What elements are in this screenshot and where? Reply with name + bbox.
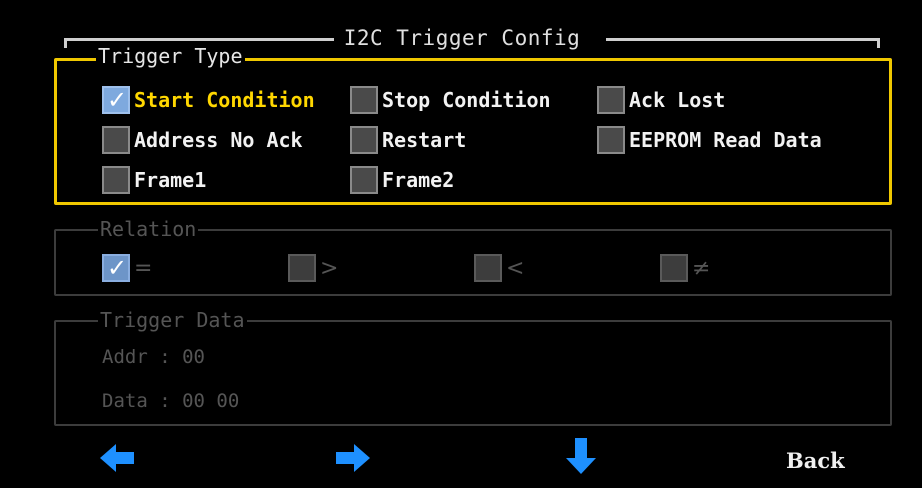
checkbox-icon[interactable] bbox=[660, 254, 688, 282]
nav-left-button[interactable] bbox=[100, 444, 136, 476]
trigger-option-stop-condition[interactable]: Stop Condition bbox=[350, 83, 551, 117]
trigger-option-address-no-ack[interactable]: Address No Ack bbox=[102, 123, 303, 157]
checkbox-icon[interactable] bbox=[474, 254, 502, 282]
relation-legend: Relation bbox=[98, 217, 199, 241]
page-title: I2C Trigger Config bbox=[343, 26, 581, 50]
nav-down-button[interactable] bbox=[566, 438, 596, 478]
checkbox-icon[interactable] bbox=[350, 166, 378, 194]
trigger-option-ack-lost[interactable]: Ack Lost bbox=[597, 83, 725, 117]
option-label: Restart bbox=[382, 128, 467, 152]
relation-option-less[interactable]: < bbox=[474, 251, 524, 285]
checkbox-icon[interactable] bbox=[350, 86, 378, 114]
checkbox-checked-icon[interactable]: ✓ bbox=[102, 86, 130, 114]
trigger-data-legend: Trigger Data bbox=[98, 308, 247, 332]
trigger-option-eeprom-read-data[interactable]: EEPROM Read Data bbox=[597, 123, 822, 157]
back-button[interactable]: Back bbox=[786, 448, 845, 473]
addr-label: Addr bbox=[102, 346, 148, 368]
relation-label: ≠ bbox=[692, 255, 711, 281]
option-label: Address No Ack bbox=[134, 128, 303, 152]
relation-label: = bbox=[134, 255, 153, 281]
option-label: EEPROM Read Data bbox=[629, 128, 822, 152]
checkbox-checked-icon[interactable]: ✓ bbox=[102, 254, 130, 282]
relation-option-equal[interactable]: ✓ = bbox=[102, 251, 152, 285]
trigger-option-restart[interactable]: Restart bbox=[350, 123, 466, 157]
trigger-type-legend: Trigger Type bbox=[96, 44, 245, 68]
trigger-option-frame1[interactable]: Frame1 bbox=[102, 163, 206, 197]
data-value: 00 00 bbox=[182, 390, 240, 412]
checkbox-icon[interactable] bbox=[597, 126, 625, 154]
checkbox-icon[interactable] bbox=[350, 126, 378, 154]
title-frame-right bbox=[606, 38, 880, 41]
title-frame-left bbox=[64, 38, 334, 41]
relation-label: > bbox=[320, 255, 339, 281]
addr-separator: : bbox=[147, 346, 183, 368]
addr-value: 00 bbox=[182, 346, 205, 368]
checkbox-icon[interactable] bbox=[288, 254, 316, 282]
addr-field[interactable]: Addr : 00 bbox=[102, 346, 205, 368]
nav-right-button[interactable] bbox=[334, 444, 370, 476]
relation-label: < bbox=[506, 255, 525, 281]
arrow-right-icon bbox=[336, 444, 370, 472]
option-label: Start Condition bbox=[134, 88, 315, 112]
checkbox-icon[interactable] bbox=[102, 126, 130, 154]
option-label: Stop Condition bbox=[382, 88, 551, 112]
checkbox-icon[interactable] bbox=[597, 86, 625, 114]
option-label: Frame2 bbox=[382, 168, 455, 192]
arrow-down-icon bbox=[566, 438, 596, 474]
data-field[interactable]: Data : 00 00 bbox=[102, 390, 239, 412]
trigger-option-start-condition[interactable]: ✓ Start Condition bbox=[102, 83, 315, 117]
relation-option-not-equal[interactable]: ≠ bbox=[660, 251, 710, 285]
title-frame-right-tick bbox=[877, 38, 880, 48]
option-label: Ack Lost bbox=[629, 88, 726, 112]
data-separator: : bbox=[147, 390, 183, 412]
trigger-option-frame2[interactable]: Frame2 bbox=[350, 163, 454, 197]
data-label: Data bbox=[102, 390, 148, 412]
title-frame-left-tick bbox=[64, 38, 67, 48]
option-label: Frame1 bbox=[134, 168, 207, 192]
relation-option-greater[interactable]: > bbox=[288, 251, 338, 285]
checkbox-icon[interactable] bbox=[102, 166, 130, 194]
arrow-left-icon bbox=[100, 444, 134, 472]
